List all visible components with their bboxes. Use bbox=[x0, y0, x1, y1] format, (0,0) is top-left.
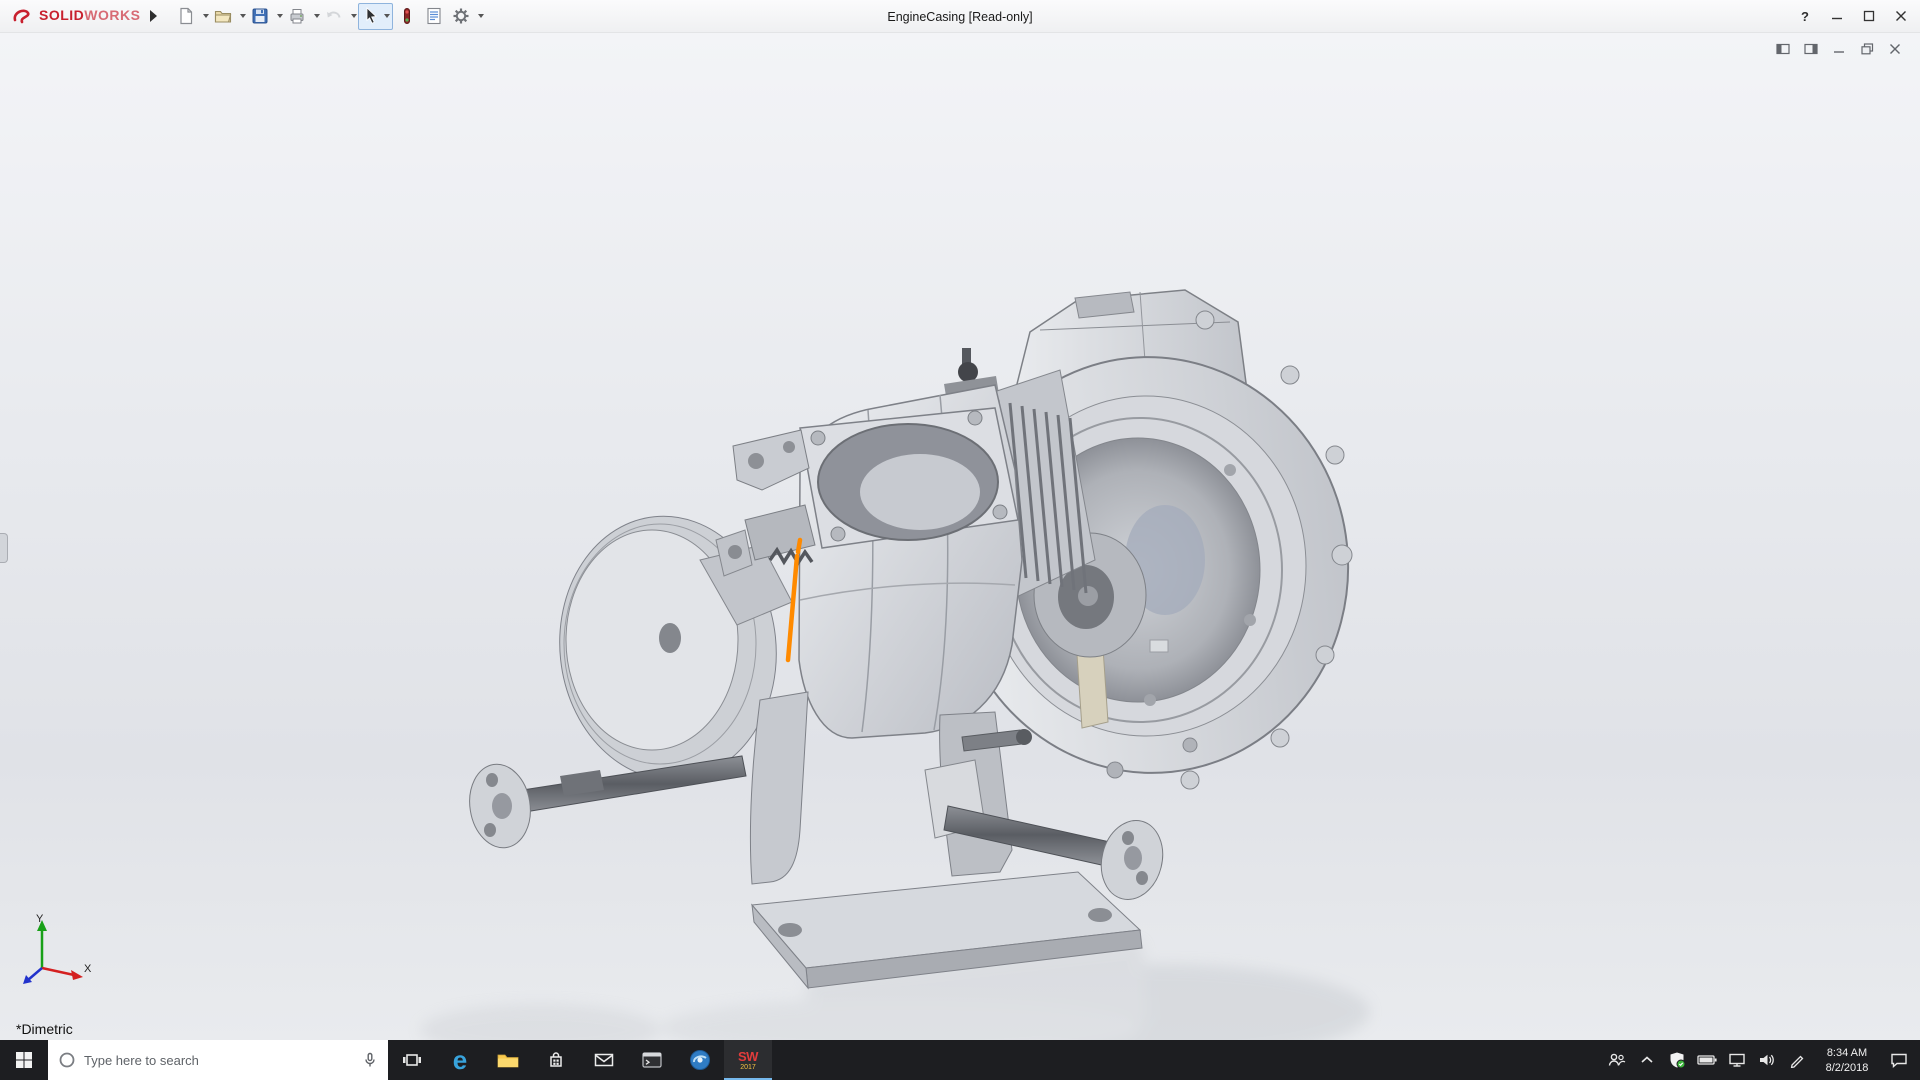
doc-restore-icon[interactable] bbox=[1858, 41, 1876, 57]
system-tray: 8:34 AM 8/2/2018 bbox=[1602, 1040, 1920, 1080]
orientation-triad[interactable]: Y X bbox=[12, 910, 96, 994]
people-button[interactable] bbox=[1602, 1040, 1632, 1080]
store-button[interactable] bbox=[532, 1040, 580, 1080]
triad-y-axis: Y bbox=[36, 913, 47, 968]
defender-shield-icon bbox=[1668, 1051, 1686, 1069]
triad-y-label: Y bbox=[36, 913, 44, 925]
engine-casing-model[interactable] bbox=[0, 33, 1920, 1040]
windows-logo-icon bbox=[15, 1051, 33, 1069]
view-orientation-label: *Dimetric bbox=[16, 1021, 73, 1037]
window-controls: ? bbox=[1790, 3, 1916, 29]
task-view-button[interactable] bbox=[388, 1040, 436, 1080]
dassault-logo-icon bbox=[12, 7, 34, 25]
blue-app-icon bbox=[689, 1049, 711, 1071]
file-properties-button[interactable] bbox=[421, 3, 447, 30]
solidworks-window: SOLIDWORKS bbox=[0, 0, 1920, 1080]
new-document-button[interactable] bbox=[173, 3, 199, 30]
select-dropdown-arrow[interactable] bbox=[384, 14, 390, 18]
solidworks-logo: SOLIDWORKS bbox=[4, 7, 148, 25]
search-input[interactable] bbox=[84, 1053, 354, 1068]
select-cursor-icon bbox=[361, 6, 381, 26]
defender-button[interactable] bbox=[1662, 1040, 1692, 1080]
doc-minimize-icon[interactable] bbox=[1830, 41, 1848, 57]
undo-button[interactable] bbox=[321, 3, 347, 30]
microphone-icon[interactable] bbox=[362, 1052, 378, 1068]
edge-icon: e bbox=[453, 1047, 467, 1073]
options-gear-icon bbox=[451, 6, 471, 26]
clock-date: 8/2/2018 bbox=[1812, 1061, 1882, 1075]
minimize-button[interactable] bbox=[1822, 3, 1852, 29]
select-button[interactable] bbox=[358, 3, 393, 30]
menu-flyout-arrow[interactable] bbox=[150, 10, 157, 22]
close-icon bbox=[1895, 10, 1907, 22]
help-button[interactable]: ? bbox=[1790, 3, 1820, 29]
undo-dropdown-arrow[interactable] bbox=[351, 14, 357, 18]
battery-button[interactable] bbox=[1692, 1040, 1722, 1080]
maximize-icon bbox=[1863, 10, 1875, 22]
new-document-icon bbox=[176, 6, 196, 26]
minimize-icon bbox=[1831, 10, 1843, 22]
new-dropdown-arrow[interactable] bbox=[203, 14, 209, 18]
blue-app-button[interactable] bbox=[676, 1040, 724, 1080]
store-icon bbox=[547, 1051, 565, 1069]
titlebar: SOLIDWORKS bbox=[0, 0, 1920, 33]
start-button[interactable] bbox=[0, 1040, 48, 1080]
save-button[interactable] bbox=[247, 3, 273, 30]
doc-close-icon[interactable] bbox=[1886, 41, 1904, 57]
hidden-icons-button[interactable] bbox=[1632, 1040, 1662, 1080]
pen-icon bbox=[1789, 1052, 1805, 1068]
open-button[interactable] bbox=[210, 3, 236, 30]
rebuild-button[interactable] bbox=[394, 3, 420, 30]
taskbar-clock[interactable]: 8:34 AM 8/2/2018 bbox=[1812, 1040, 1882, 1080]
close-button[interactable] bbox=[1886, 3, 1916, 29]
file-explorer-button[interactable] bbox=[484, 1040, 532, 1080]
people-icon bbox=[1607, 1052, 1627, 1068]
pane-right-icon[interactable] bbox=[1802, 41, 1820, 57]
quick-access-toolbar bbox=[173, 3, 484, 30]
edge-button[interactable]: e bbox=[436, 1040, 484, 1080]
chevron-up-icon bbox=[1640, 1055, 1654, 1065]
clock-time: 8:34 AM bbox=[1812, 1046, 1882, 1060]
solidworks-2017-icon: SW 2017 bbox=[738, 1050, 758, 1071]
print-icon bbox=[287, 6, 307, 26]
rebuild-icon bbox=[397, 6, 417, 26]
battery-icon bbox=[1697, 1054, 1717, 1066]
mail-button[interactable] bbox=[580, 1040, 628, 1080]
save-dropdown-arrow[interactable] bbox=[277, 14, 283, 18]
cortana-icon bbox=[58, 1051, 76, 1069]
pen-button[interactable] bbox=[1782, 1040, 1812, 1080]
save-icon bbox=[250, 6, 270, 26]
pane-left-icon[interactable] bbox=[1774, 41, 1792, 57]
task-view-icon bbox=[402, 1050, 422, 1070]
windows-taskbar: e bbox=[0, 1040, 1920, 1080]
undo-icon bbox=[324, 6, 344, 26]
action-center-icon bbox=[1890, 1052, 1908, 1068]
action-center-button[interactable] bbox=[1882, 1040, 1916, 1080]
triad-x-axis: X bbox=[42, 963, 92, 980]
taskbar-search[interactable] bbox=[48, 1040, 388, 1080]
mail-icon bbox=[594, 1052, 614, 1068]
triad-x-label: X bbox=[84, 963, 92, 975]
solidworks-2017-button[interactable]: SW 2017 bbox=[724, 1040, 772, 1080]
volume-button[interactable] bbox=[1752, 1040, 1782, 1080]
command-prompt-icon bbox=[642, 1051, 662, 1069]
maximize-button[interactable] bbox=[1854, 3, 1884, 29]
print-button[interactable] bbox=[284, 3, 310, 30]
command-prompt-button[interactable] bbox=[628, 1040, 676, 1080]
file-properties-icon bbox=[424, 6, 444, 26]
open-icon bbox=[213, 6, 233, 26]
print-dropdown-arrow[interactable] bbox=[314, 14, 320, 18]
triad-z-axis bbox=[23, 968, 42, 984]
network-icon bbox=[1728, 1052, 1746, 1068]
network-button[interactable] bbox=[1722, 1040, 1752, 1080]
volume-icon bbox=[1758, 1052, 1776, 1068]
document-window-controls bbox=[1774, 41, 1904, 57]
file-explorer-icon bbox=[497, 1051, 519, 1069]
options-button[interactable] bbox=[448, 3, 474, 30]
options-dropdown-arrow[interactable] bbox=[478, 14, 484, 18]
graphics-area[interactable]: Y X *Dimetric bbox=[0, 33, 1920, 1040]
open-dropdown-arrow[interactable] bbox=[240, 14, 246, 18]
brand-text: SOLIDWORKS bbox=[39, 7, 140, 25]
